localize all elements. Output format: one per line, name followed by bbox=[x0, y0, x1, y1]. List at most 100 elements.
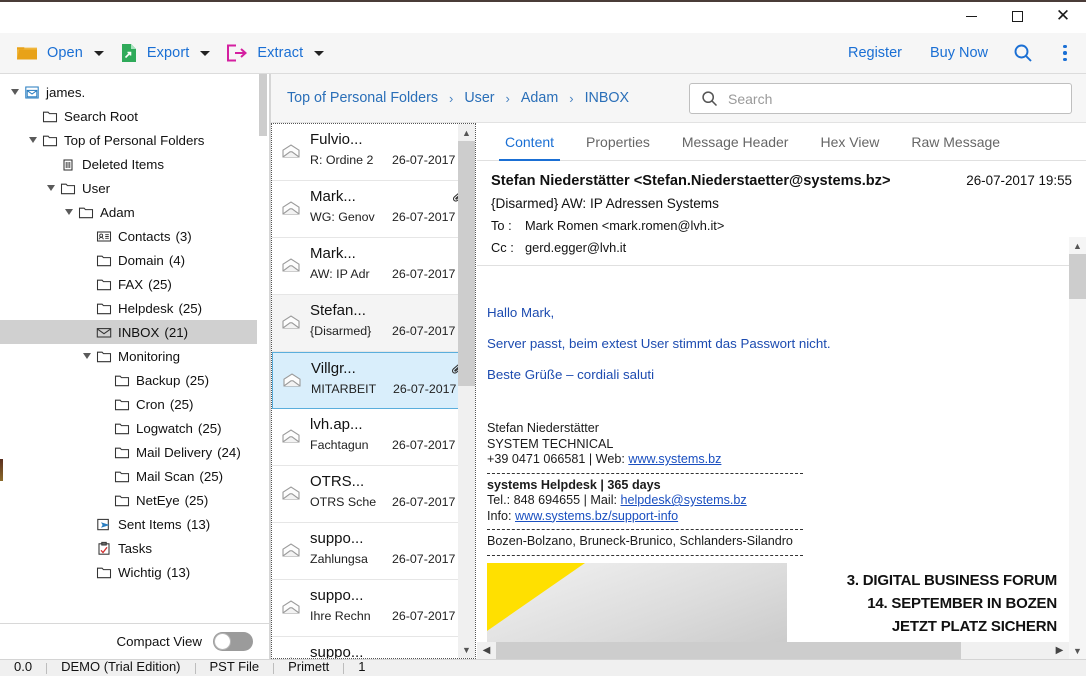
breadcrumb-item-user[interactable]: User bbox=[464, 90, 494, 106]
search-box[interactable] bbox=[689, 83, 1072, 114]
sidebar-item-adam[interactable]: Adam bbox=[0, 200, 269, 224]
message-datetime: 26-07-2017 19:55 bbox=[966, 173, 1072, 188]
reader-vertical-scrollbar[interactable]: ▲ ▼ bbox=[1069, 237, 1086, 659]
cc-row: Cc : gerd.egger@lvh.it bbox=[491, 240, 1072, 255]
helpdesk-mail-link[interactable]: helpdesk@systems.bz bbox=[621, 493, 747, 507]
tree-expand-chevron-icon[interactable] bbox=[80, 344, 93, 368]
sidebar-item-fax[interactable]: FAX (25) bbox=[0, 272, 269, 296]
envelope-icon bbox=[282, 543, 300, 562]
sidebar-item-label: Logwatch bbox=[136, 420, 193, 436]
message-list-item[interactable]: suppo... Ihre Rechn 26-07-2017 bbox=[272, 580, 475, 637]
reading-pane: Content Properties Message Header Hex View R… bbox=[477, 123, 1086, 659]
extract-button[interactable]: Extract bbox=[218, 33, 332, 74]
tab-hex-view[interactable]: Hex View bbox=[804, 123, 895, 161]
sidebar-item-inbox[interactable]: INBOX (21) bbox=[0, 320, 269, 344]
sidebar-item-user[interactable]: User bbox=[0, 176, 269, 200]
folder-tree-panel[interactable]: james. Search Root Top of Personal Folders… bbox=[0, 74, 270, 623]
message-list-scrollbar-thumb[interactable] bbox=[458, 141, 475, 386]
message-list-item[interactable]: suppo... Zahlungsa 26-07-2017 bbox=[272, 523, 475, 580]
tree-expand-chevron-icon[interactable] bbox=[8, 80, 21, 104]
message-list-item[interactable]: Stefan... {Disarmed} 26-07-2017 bbox=[272, 295, 475, 352]
tab-content[interactable]: Content bbox=[489, 123, 570, 161]
reader-hscrollbar-thumb[interactable] bbox=[496, 642, 961, 659]
reader-scroll-right-icon[interactable]: ▶ bbox=[1050, 645, 1069, 656]
sidebar-item-helpdesk[interactable]: Helpdesk (25) bbox=[0, 296, 269, 320]
reader-scrollbar-thumb[interactable] bbox=[1069, 254, 1086, 299]
scroll-down-icon[interactable]: ▼ bbox=[458, 641, 475, 658]
compact-view-toggle[interactable] bbox=[213, 632, 253, 651]
sidebar-item-mail-scan[interactable]: Mail Scan (25) bbox=[0, 464, 269, 488]
tree-expand-chevron-icon[interactable] bbox=[26, 128, 39, 152]
message-list-item[interactable]: Villgr... MITARBEIT 26-07-2017 bbox=[272, 352, 475, 409]
minimize-icon bbox=[965, 16, 977, 17]
message-list-item[interactable]: Fulvio... R: Ordine 2 26-07-2017 bbox=[272, 124, 475, 181]
tree-scrollbar[interactable] bbox=[257, 74, 269, 623]
reader-hscroll-track[interactable] bbox=[496, 642, 1050, 659]
message-sender: Stefan... bbox=[310, 302, 366, 319]
sidebar-item-wichtig[interactable]: Wichtig (13) bbox=[0, 560, 269, 584]
tree-expand-chevron-icon[interactable] bbox=[44, 176, 57, 200]
tree-scrollbar-thumb[interactable] bbox=[259, 74, 267, 136]
sidebar-item-count: (25) bbox=[184, 492, 209, 508]
sidebar-item-label: Helpdesk bbox=[118, 300, 174, 316]
tab-raw-message[interactable]: Raw Message bbox=[895, 123, 1016, 161]
tab-message-header[interactable]: Message Header bbox=[666, 123, 805, 161]
sidebar-item-contacts[interactable]: Contacts (3) bbox=[0, 224, 269, 248]
sidebar-item-label: Sent Items bbox=[118, 516, 182, 532]
body-line-2: Beste Grüße – cordiali saluti bbox=[487, 367, 655, 382]
more-options-button[interactable] bbox=[1044, 33, 1086, 74]
minimize-button[interactable] bbox=[948, 1, 994, 32]
folder-icon bbox=[39, 133, 61, 148]
tree-expand-chevron-icon[interactable] bbox=[62, 200, 75, 224]
sidebar-item-top-of-personal-folders[interactable]: Top of Personal Folders bbox=[0, 128, 269, 152]
sidebar-item-james[interactable]: james. bbox=[0, 80, 269, 104]
search-input[interactable] bbox=[728, 90, 1071, 107]
tab-properties[interactable]: Properties bbox=[570, 123, 666, 161]
helpdesk-info-link[interactable]: www.systems.bz/support-info bbox=[515, 509, 678, 523]
toolbar-search-button[interactable] bbox=[1002, 33, 1044, 74]
message-list-item[interactable]: Mark... WG: Genov 26-07-2017 bbox=[272, 181, 475, 238]
message-list[interactable]: Fulvio... R: Ordine 2 26-07-2017 Mark... WG:… bbox=[271, 123, 476, 659]
status-cell: DEMO (Trial Edition) bbox=[61, 659, 181, 674]
message-list-item[interactable]: OTRS... OTRS Sche 26-07-2017 bbox=[272, 466, 475, 523]
sidebar-item-neteye[interactable]: NetEye (25) bbox=[0, 488, 269, 512]
sidebar-item-backup[interactable]: Backup (25) bbox=[0, 368, 269, 392]
reader-scroll-up-icon[interactable]: ▲ bbox=[1069, 237, 1086, 254]
sidebar-item-sent-items[interactable]: Sent Items (13) bbox=[0, 512, 269, 536]
message-list-item[interactable]: suppo...dd24 | Erfc26-07-2017 bbox=[272, 637, 475, 658]
sidebar-item-domain[interactable]: Domain (4) bbox=[0, 248, 269, 272]
register-link[interactable]: Register bbox=[834, 33, 916, 74]
open-button[interactable]: Open bbox=[8, 33, 112, 74]
breadcrumb-item-adam[interactable]: Adam bbox=[521, 90, 558, 106]
sidebar-item-monitoring[interactable]: Monitoring bbox=[0, 344, 269, 368]
reader-horizontal-scrollbar[interactable]: ◀ ▶ bbox=[477, 642, 1069, 659]
maximize-button[interactable] bbox=[994, 1, 1040, 32]
sidebar-item-label: Mail Delivery bbox=[136, 444, 213, 460]
reader-scroll-left-icon[interactable]: ◀ bbox=[477, 645, 496, 656]
open-dropdown-caret-icon[interactable] bbox=[93, 50, 104, 56]
sidebar-item-label: FAX bbox=[118, 276, 144, 292]
extract-dropdown-caret-icon[interactable] bbox=[314, 50, 325, 56]
breadcrumb-item-top-of-personal-folders[interactable]: Top of Personal Folders bbox=[287, 90, 438, 106]
breadcrumb-item-inbox[interactable]: INBOX bbox=[585, 90, 630, 106]
sidebar-item-mail-delivery[interactable]: Mail Delivery (24) bbox=[0, 440, 269, 464]
scroll-up-icon[interactable]: ▲ bbox=[458, 124, 475, 141]
message-list-scrollbar[interactable]: ▲ ▼ bbox=[458, 124, 475, 658]
sidebar-item-label: Deleted Items bbox=[82, 156, 165, 172]
close-button[interactable]: ✕ bbox=[1040, 1, 1086, 32]
sidebar-item-tasks[interactable]: Tasks bbox=[0, 536, 269, 560]
reader-scroll-down-icon[interactable]: ▼ bbox=[1069, 642, 1086, 659]
message-sender: Mark... bbox=[310, 188, 356, 205]
sidebar-item-cron[interactable]: Cron (25) bbox=[0, 392, 269, 416]
buy-now-link[interactable]: Buy Now bbox=[916, 33, 1002, 74]
message-list-item[interactable]: Mark... AW: IP Adr 26-07-2017 bbox=[272, 238, 475, 295]
sidebar-item-search-root[interactable]: Search Root bbox=[0, 104, 269, 128]
export-button[interactable]: Export bbox=[112, 33, 219, 74]
signature-web-link[interactable]: www.systems.bz bbox=[628, 452, 721, 466]
sidebar-item-logwatch[interactable]: Logwatch (25) bbox=[0, 416, 269, 440]
banner-line-1: 3. DIGITAL BUSINESS FORUM bbox=[846, 571, 1057, 589]
message-list-item[interactable]: lvh.ap... Fachtagun 26-07-2017 bbox=[272, 409, 475, 466]
export-dropdown-caret-icon[interactable] bbox=[200, 50, 211, 56]
sidebar-item-deleted-items[interactable]: Deleted Items bbox=[0, 152, 269, 176]
